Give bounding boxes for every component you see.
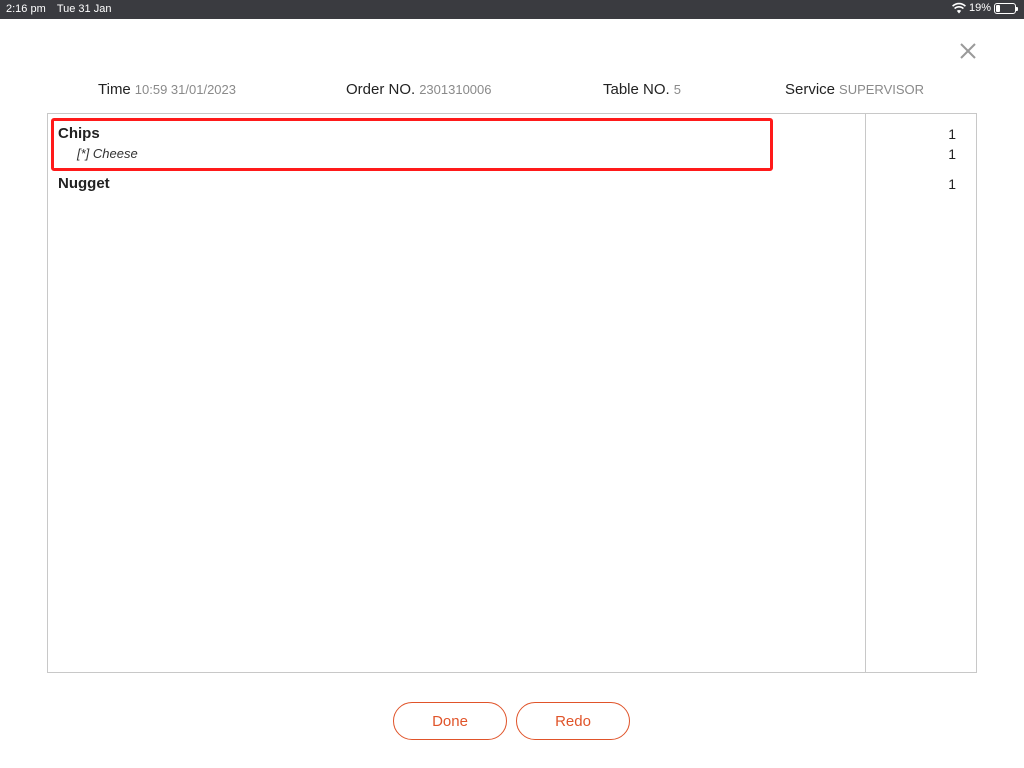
status-date: Tue 31 Jan (56, 3, 112, 15)
order-number-field: Order NO. 2301310006 (346, 81, 492, 98)
order-number-value: 2301310006 (419, 82, 492, 97)
order-time-value: 10:59 31/01/2023 (134, 82, 236, 97)
redo-button[interactable]: Redo (516, 702, 630, 740)
order-number-label: Order NO. (346, 81, 416, 98)
order-header: Time 10:59 31/01/2023 Order NO. 2301310006… (0, 81, 1024, 101)
quantity-column-divider (865, 114, 866, 672)
order-item-name[interactable]: Nugget (58, 175, 110, 192)
table-number-field: Table NO. 5 (603, 81, 681, 98)
close-icon[interactable] (956, 39, 980, 63)
battery-percentage: 19% (968, 2, 991, 14)
table-number-label: Table NO. (603, 81, 670, 98)
order-item-quantity: 1 (948, 126, 956, 142)
order-item-quantity: 1 (948, 176, 956, 192)
service-label: Service (785, 81, 836, 98)
order-items-panel: Chips 1 [*] Cheese 1 Nugget 1 (47, 113, 977, 673)
order-time-field: Time 10:59 31/01/2023 (98, 81, 236, 98)
done-button[interactable]: Done (393, 702, 507, 740)
wifi-icon (952, 2, 966, 14)
selected-item-highlight (51, 118, 773, 171)
service-value: SUPERVISOR (839, 82, 925, 97)
battery-icon (994, 2, 1018, 14)
service-field: Service SUPERVISOR (785, 81, 924, 98)
status-time: 2:16 pm (6, 3, 46, 15)
status-bar: 2:16 pm Tue 31 Jan 19% (0, 0, 1024, 19)
order-time-label: Time (98, 81, 131, 98)
table-number-value: 5 (673, 82, 681, 97)
modifier-quantity: 1 (948, 146, 956, 162)
